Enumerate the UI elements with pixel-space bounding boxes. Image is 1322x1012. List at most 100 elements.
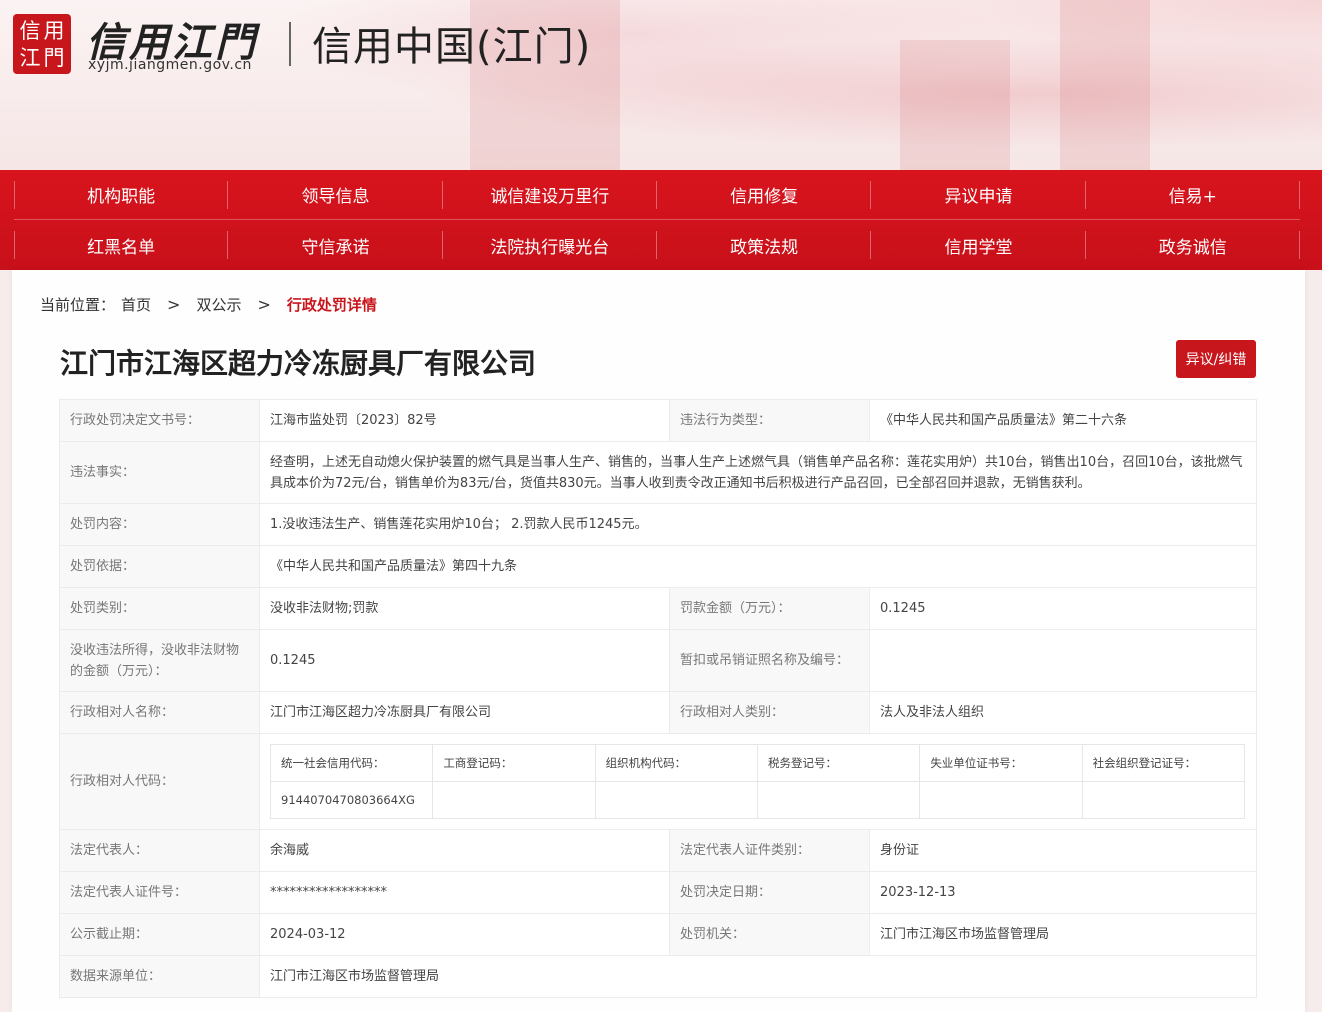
code-value-uscc: 9144070470803664XG [269,781,434,819]
doc-no-value: 江海市监处罚〔2023〕82号 [259,399,670,442]
legal-id-type-label: 法定代表人证件类别： [669,829,870,872]
table-row: 行政处罚决定文书号： 江海市监处罚〔2023〕82号 违法行为类型： 《中华人民… [59,399,1257,442]
code-header-business-reg: 工商登记码： [432,744,596,782]
party-name-label: 行政相对人名称： [59,691,260,734]
code-header-unemployment-cert: 失业单位证书号： [919,744,1083,782]
code-header-tax-reg: 税务登记号： [756,744,921,782]
basis-label: 处罚依据： [59,545,260,588]
nav-item-commitment[interactable]: 守信承诺 [228,220,443,270]
objection-button[interactable]: 异议/纠错 [1176,340,1256,378]
violation-type-value: 《中华人民共和国产品质量法》第二十六条 [869,399,1257,442]
table-row: 没收违法所得，没收非法财物的金额（万元）： 0.1245 暂扣或吊销证照名称及编… [59,629,1257,692]
code-header-social-org-cert: 社会组织登记证号： [1081,744,1246,782]
authority-label: 处罚机关： [669,913,870,956]
breadcrumb-separator: > [167,295,181,314]
legal-id-no-value: ****************** [259,871,670,914]
logo-divider [289,22,291,66]
deadline-value: 2024-03-12 [259,913,670,956]
category-value: 没收非法财物;罚款 [259,587,670,630]
code-value-unemployment-cert [919,781,1083,819]
party-codes-table: 统一社会信用代码： 工商登记码： 组织机构代码： 税务登记号： 失业单位证书号：… [269,744,1246,819]
header-decoration [900,40,1010,170]
facts-label: 违法事实： [59,441,260,504]
codes-header-row: 统一社会信用代码： 工商登记码： 组织机构代码： 税务登记号： 失业单位证书号：… [269,744,1246,782]
nav-row-1: 机构职能 领导信息 诚信建设万里行 信用修复 异议申请 信易+ [14,170,1301,220]
breadcrumb: 当前位置： 首页 > 双公示 > 行政处罚详情 [40,294,377,315]
legal-rep-label: 法定代表人： [59,829,260,872]
content-value: 1.没收违法生产、销售莲花实用炉10台； 2.罚款人民币1245元。 [259,503,1257,546]
table-row: 违法事实： 经查明，上述无自动熄火保护装置的燃气具是当事人生产、销售的，当事人生… [59,441,1257,504]
nav-item-integrity-campaign[interactable]: 诚信建设万里行 [443,170,658,219]
logo-seal[interactable]: 信 用 江 門 [13,14,71,74]
decision-date-label: 处罚决定日期： [669,871,870,914]
license-label: 暂扣或吊销证照名称及编号： [669,629,870,692]
confiscation-label: 没收违法所得，没收非法财物的金额（万元）： [59,629,260,692]
table-row: 处罚内容： 1.没收违法生产、销售莲花实用炉10台； 2.罚款人民币1245元。 [59,503,1257,546]
breadcrumb-current: 行政处罚详情 [286,296,377,314]
nav-item-objection[interactable]: 异议申请 [871,170,1086,219]
deadline-label: 公示截止期： [59,913,260,956]
code-value-org-code [594,781,758,819]
category-label: 处罚类别： [59,587,260,630]
party-name-value: 江门市江海区超力冷冻厨具厂有限公司 [259,691,670,734]
source-value: 江门市江海区市场监督管理局 [259,955,1257,998]
logo-seal-char: 用 [43,18,65,43]
code-header-uscc: 统一社会信用代码： [269,744,434,782]
logo-seal-char: 信 [19,18,41,43]
penalty-details-table: 行政处罚决定文书号： 江海市监处罚〔2023〕82号 违法行为类型： 《中华人民… [59,399,1257,998]
table-row: 公示截止期： 2024-03-12 处罚机关： 江门市江海区市场监督管理局 [59,913,1257,956]
nav-item-credit-school[interactable]: 信用学堂 [871,220,1086,270]
codes-value-row: 9144070470803664XG [269,781,1246,819]
authority-value: 江门市江海区市场监督管理局 [869,913,1257,956]
site-header: 信 用 江 門 信用江門 xyjm.jiangmen.gov.cn 信用中国(江… [0,0,1322,170]
page-title: 江门市江海区超力冷冻厨具厂有限公司 [60,347,537,380]
main-nav: 机构职能 领导信息 诚信建设万里行 信用修复 异议申请 信易+ 红黑名单 守信承… [0,170,1322,270]
party-code-cell: 统一社会信用代码： 工商登记码： 组织机构代码： 税务登记号： 失业单位证书号：… [259,733,1257,830]
header-decoration [1060,0,1150,170]
license-value [869,629,1257,692]
main-content: 当前位置： 首页 > 双公示 > 行政处罚详情 江门市江海区超力冷冻厨具厂有限公… [12,270,1305,1012]
nav-row-2: 红黑名单 守信承诺 法院执行曝光台 政策法规 信用学堂 政务诚信 [14,220,1301,270]
content-label: 处罚内容： [59,503,260,546]
table-row: 数据来源单位： 江门市江海区市场监督管理局 [59,955,1257,998]
source-label: 数据来源单位： [59,955,260,998]
nav-item-court-exposure[interactable]: 法院执行曝光台 [443,220,658,270]
nav-item-red-black-list[interactable]: 红黑名单 [14,220,229,270]
legal-id-no-label: 法定代表人证件号： [59,871,260,914]
breadcrumb-separator: > [257,295,271,314]
table-row: 行政相对人代码： 统一社会信用代码： 工商登记码： 组织机构代码： 税务登记号：… [59,733,1257,830]
nav-item-leaders[interactable]: 领导信息 [228,170,443,219]
table-row: 处罚类别： 没收非法财物;罚款 罚款金额（万元）： 0.1245 [59,587,1257,630]
breadcrumb-home[interactable]: 首页 [121,294,151,315]
code-value-business-reg [432,781,596,819]
table-row: 法定代表人证件号： ****************** 处罚决定日期： 202… [59,871,1257,914]
nav-item-xinyi-plus[interactable]: 信易+ [1086,170,1301,219]
nav-item-gov-integrity[interactable]: 政务诚信 [1086,220,1301,270]
decision-date-value: 2023-12-13 [869,871,1257,914]
party-type-value: 法人及非法人组织 [869,691,1257,734]
code-header-org-code: 组织机构代码： [594,744,758,782]
doc-no-label: 行政处罚决定文书号： [59,399,260,442]
nav-item-credit-repair[interactable]: 信用修复 [657,170,872,219]
code-value-social-org-cert [1081,781,1246,819]
fine-value: 0.1245 [869,587,1257,630]
site-title: 信用中国(江门) [312,24,592,70]
legal-id-type-value: 身份证 [869,829,1257,872]
breadcrumb-label: 当前位置： [40,296,116,314]
nav-item-policies[interactable]: 政策法规 [657,220,872,270]
violation-type-label: 违法行为类型： [669,399,870,442]
logo-seal-char: 江 [19,45,41,70]
code-value-tax-reg [756,781,921,819]
party-type-label: 行政相对人类别： [669,691,870,734]
legal-rep-value: 余海威 [259,829,670,872]
facts-value: 经查明，上述无自动熄火保护装置的燃气具是当事人生产、销售的，当事人生产上述燃气具… [259,441,1257,504]
table-row: 法定代表人： 余海威 法定代表人证件类别： 身份证 [59,829,1257,872]
basis-value: 《中华人民共和国产品质量法》第四十九条 [259,545,1257,588]
nav-item-org-functions[interactable]: 机构职能 [14,170,229,219]
table-row: 行政相对人名称： 江门市江海区超力冷冻厨具厂有限公司 行政相对人类别： 法人及非… [59,691,1257,734]
fine-label: 罚款金额（万元）： [669,587,870,630]
confiscation-value: 0.1245 [259,629,670,692]
breadcrumb-double-publicity[interactable]: 双公示 [196,294,241,315]
table-row: 处罚依据： 《中华人民共和国产品质量法》第四十九条 [59,545,1257,588]
party-code-label: 行政相对人代码： [59,733,260,830]
